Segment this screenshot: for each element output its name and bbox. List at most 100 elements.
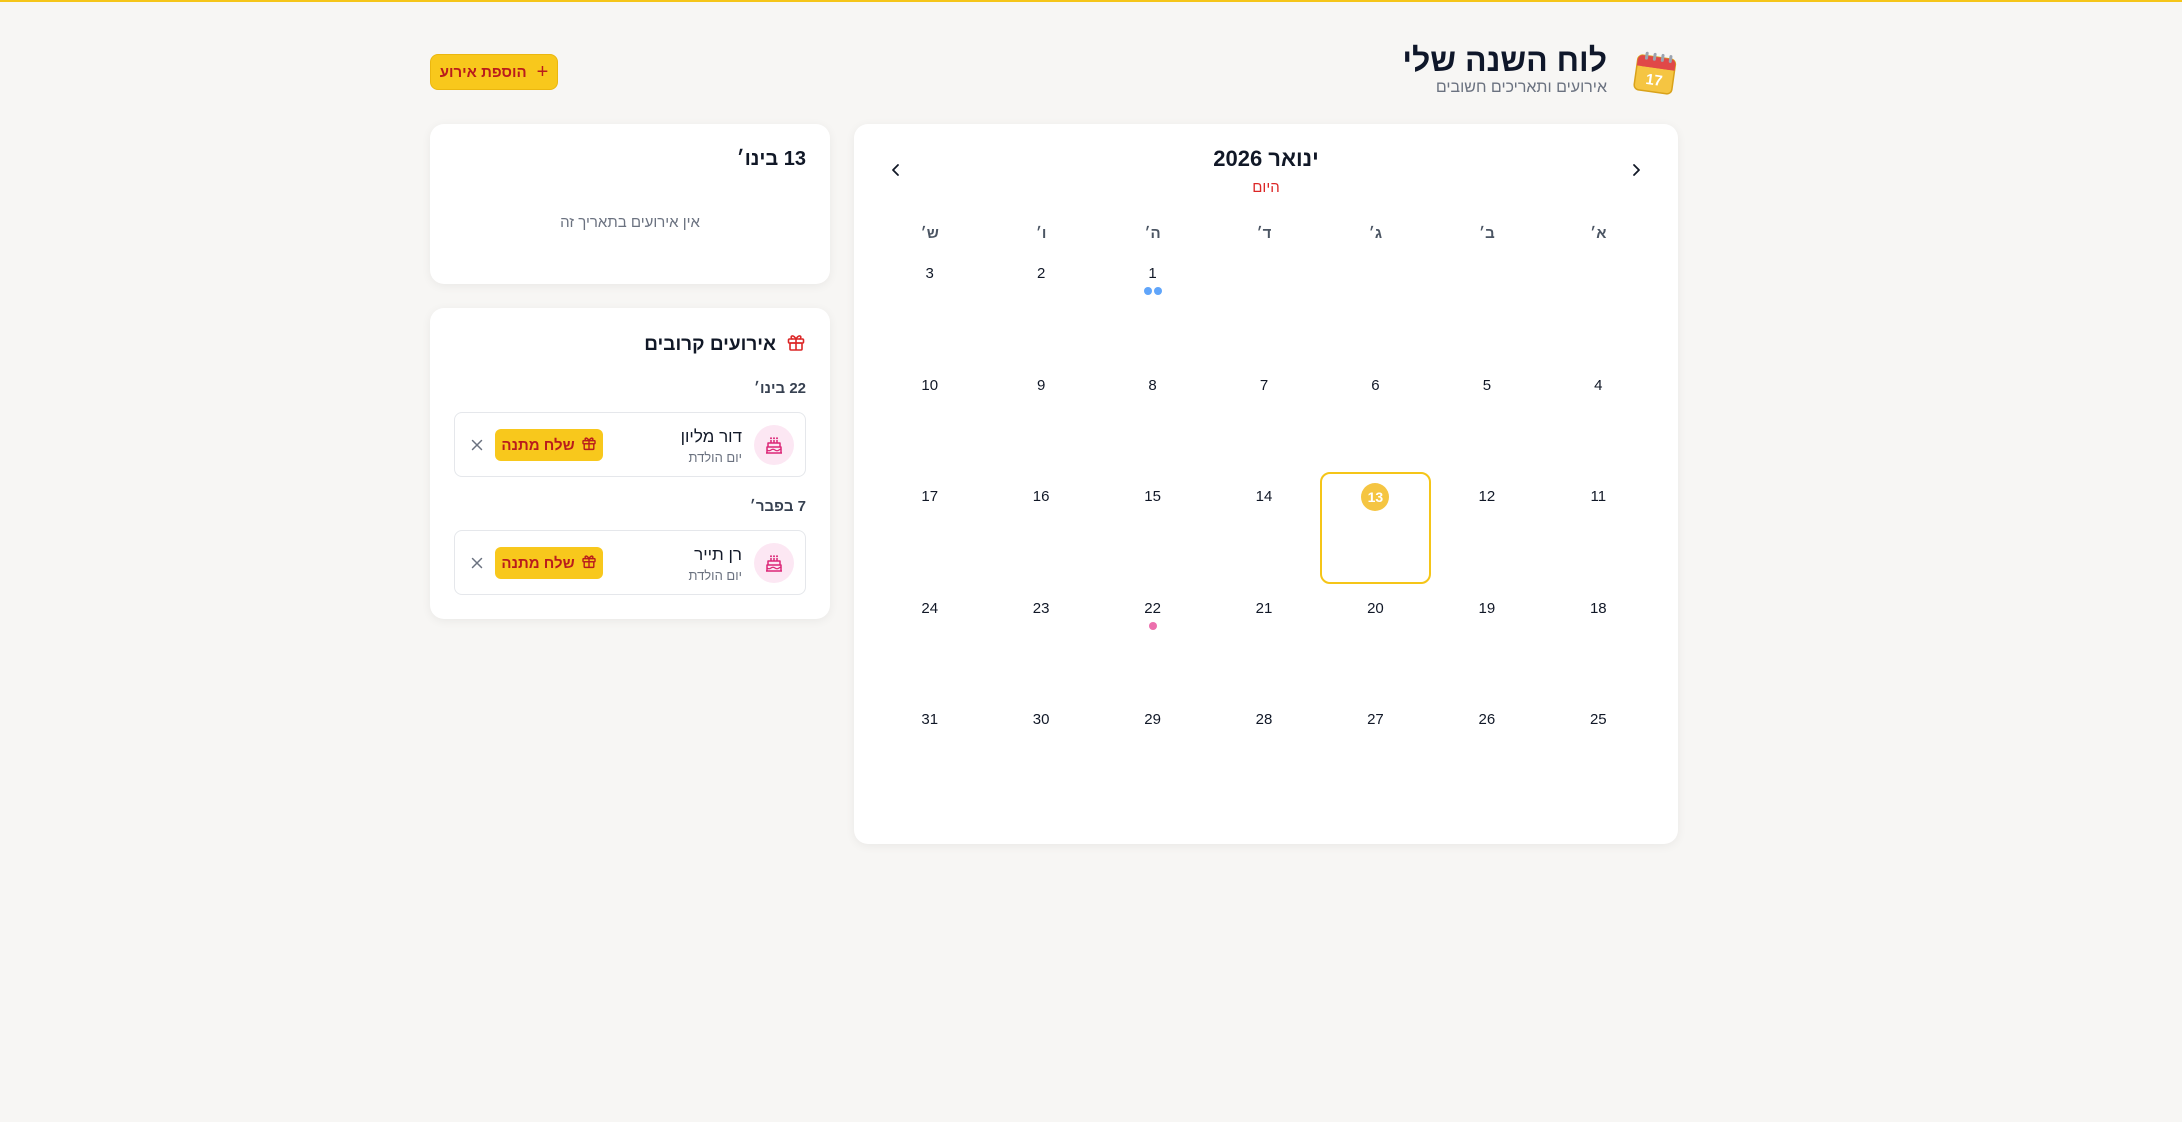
upcoming-title: אירועים קרובים xyxy=(644,333,776,355)
calendar-day[interactable]: 14 xyxy=(1208,472,1319,584)
page-title: לוח השנה שלי xyxy=(1402,42,1607,78)
day-number: 22 xyxy=(1144,599,1161,617)
day-number: 5 xyxy=(1482,376,1492,394)
day-number: 14 xyxy=(1255,488,1273,505)
calendar-day[interactable]: 8 xyxy=(1097,361,1208,473)
day-number: 7 xyxy=(1259,376,1269,394)
weekday-label: ש׳ xyxy=(920,225,939,242)
upcoming-events-card: אירועים קרובים 22 בינו׳ דור מליון יום הו… xyxy=(430,308,830,619)
calendar-day[interactable]: 3 xyxy=(874,249,985,361)
day-number: 19 xyxy=(1478,599,1496,617)
send-gift-button[interactable]: שלח מתנה xyxy=(495,547,603,579)
event-indicator-dots xyxy=(1097,621,1208,630)
day-number: 25 xyxy=(1589,711,1607,728)
add-event-button[interactable]: + הוספת אירוע xyxy=(430,54,558,90)
remove-event-button[interactable] xyxy=(467,553,487,573)
day-number: 10 xyxy=(921,376,939,394)
gift-icon xyxy=(786,332,806,357)
weekday-label: ה׳ xyxy=(1144,225,1161,242)
next-month-button[interactable] xyxy=(882,156,910,184)
calendar-day[interactable]: 11 xyxy=(1543,472,1654,584)
calendar-day[interactable]: 25 xyxy=(1543,695,1654,807)
send-gift-label: שלח מתנה xyxy=(501,554,575,572)
calendar-day[interactable]: 15 xyxy=(1097,472,1208,584)
calendar-day[interactable]: 6 xyxy=(1320,361,1431,473)
send-gift-button[interactable]: שלח מתנה xyxy=(495,429,603,461)
calendar-day[interactable]: 29 xyxy=(1097,695,1208,807)
event-dot xyxy=(1153,287,1162,295)
calendar-day[interactable]: 2 xyxy=(985,249,1096,361)
day-number: 26 xyxy=(1478,711,1496,728)
calendar-day[interactable]: 16 xyxy=(985,472,1096,584)
calendar-card: ינואר 2026 היום א׳ ב׳ ג׳ ד׳ ה׳ ו׳ ש׳ 123… xyxy=(854,124,1678,844)
remove-event-button[interactable] xyxy=(467,435,487,455)
calendar-day[interactable]: 9 xyxy=(985,361,1096,473)
calendar-day[interactable]: 26 xyxy=(1431,695,1542,807)
month-title: ינואר 2026 xyxy=(1213,146,1319,171)
calendar-day[interactable]: 21 xyxy=(1208,584,1319,696)
event-dot xyxy=(1143,287,1152,295)
day-number: 30 xyxy=(1032,711,1050,728)
calendar-day[interactable]: 28 xyxy=(1208,695,1319,807)
page-subtitle: אירועים ותאריכים חשובים xyxy=(1435,79,1607,96)
upcoming-date-label: 22 בינו׳ xyxy=(753,380,806,397)
calendar-day[interactable]: 22 xyxy=(1097,584,1208,696)
calendar-day[interactable]: 31 xyxy=(874,695,985,807)
weekday-label: ב׳ xyxy=(1479,225,1495,242)
svg-text:17: 17 xyxy=(1645,71,1664,90)
calendar-day-empty xyxy=(1208,249,1319,361)
add-event-label: הוספת אירוע xyxy=(439,63,527,81)
calendar-day[interactable]: 17 xyxy=(874,472,985,584)
calendar-day[interactable]: 7 xyxy=(1208,361,1319,473)
weekday-header: א׳ ב׳ ג׳ ד׳ ה׳ ו׳ ש׳ xyxy=(874,219,1654,249)
event-item[interactable]: דור מליון יום הולדת שלח מתנה xyxy=(454,412,806,477)
day-number: 17 xyxy=(921,488,939,505)
event-item[interactable]: רן תייר יום הולדת שלח מתנה xyxy=(454,530,806,595)
close-icon xyxy=(471,439,483,451)
event-type: יום הולדת xyxy=(688,450,743,465)
calendar-day[interactable]: 20 xyxy=(1320,584,1431,696)
send-gift-label: שלח מתנה xyxy=(501,436,575,454)
calendar-day[interactable]: 27 xyxy=(1320,695,1431,807)
day-number: 12 xyxy=(1478,488,1496,505)
calendar-day-empty xyxy=(1320,249,1431,361)
event-name: רן תייר xyxy=(694,545,742,564)
calendar-day-empty xyxy=(1431,249,1542,361)
event-dot xyxy=(1148,621,1157,630)
page-header: 17 לוח השנה שלי אירועים ותאריכים חשובים … xyxy=(430,42,1678,102)
day-number: 3 xyxy=(925,265,934,282)
day-number: 31 xyxy=(921,711,939,728)
cake-icon xyxy=(754,425,794,465)
day-number: 9 xyxy=(1036,376,1046,394)
day-number: 1 xyxy=(1148,265,1157,282)
calendar-day[interactable]: 5 xyxy=(1431,361,1542,473)
calendar-day[interactable]: 12 xyxy=(1431,472,1542,584)
day-number: 21 xyxy=(1255,599,1273,617)
calendar-day[interactable]: 1 xyxy=(1097,249,1208,361)
calendar-day[interactable]: 23 xyxy=(985,584,1096,696)
calendar-day[interactable]: 4 xyxy=(1543,361,1654,473)
calendar-day[interactable]: 10 xyxy=(874,361,985,473)
upcoming-date-label: 7 בפבר׳ xyxy=(749,498,806,515)
day-number: 29 xyxy=(1144,711,1161,728)
day-number: 11 xyxy=(1590,488,1607,505)
day-number: 16 xyxy=(1032,488,1050,505)
days-grid: 1 2 3 4 5 6 7 8 9 10 11 12 13 14 15 16 17 18 19 20 21 22 23 24 2… xyxy=(874,249,1654,807)
day-number: 8 xyxy=(1148,376,1157,394)
day-number: 13 xyxy=(1322,483,1429,511)
today-button[interactable]: היום xyxy=(1252,179,1279,196)
weekday-label: א׳ xyxy=(1590,225,1607,242)
plus-icon: + xyxy=(536,61,549,83)
day-number: 2 xyxy=(1036,265,1046,282)
selected-date-card: 13 בינו׳ אין אירועים בתאריך זה xyxy=(430,124,830,284)
calendar-day[interactable]: 19 xyxy=(1431,584,1542,696)
calendar-day[interactable]: 13 xyxy=(1319,472,1432,584)
weekday-label: ג׳ xyxy=(1368,225,1383,242)
day-number: 18 xyxy=(1589,599,1607,617)
calendar-icon: 17 xyxy=(1632,50,1678,96)
calendar-day[interactable]: 24 xyxy=(874,584,985,696)
calendar-day[interactable]: 30 xyxy=(985,695,1096,807)
calendar-day[interactable]: 18 xyxy=(1543,584,1654,696)
calendar-day-empty xyxy=(1543,249,1654,361)
day-number: 28 xyxy=(1255,711,1273,728)
